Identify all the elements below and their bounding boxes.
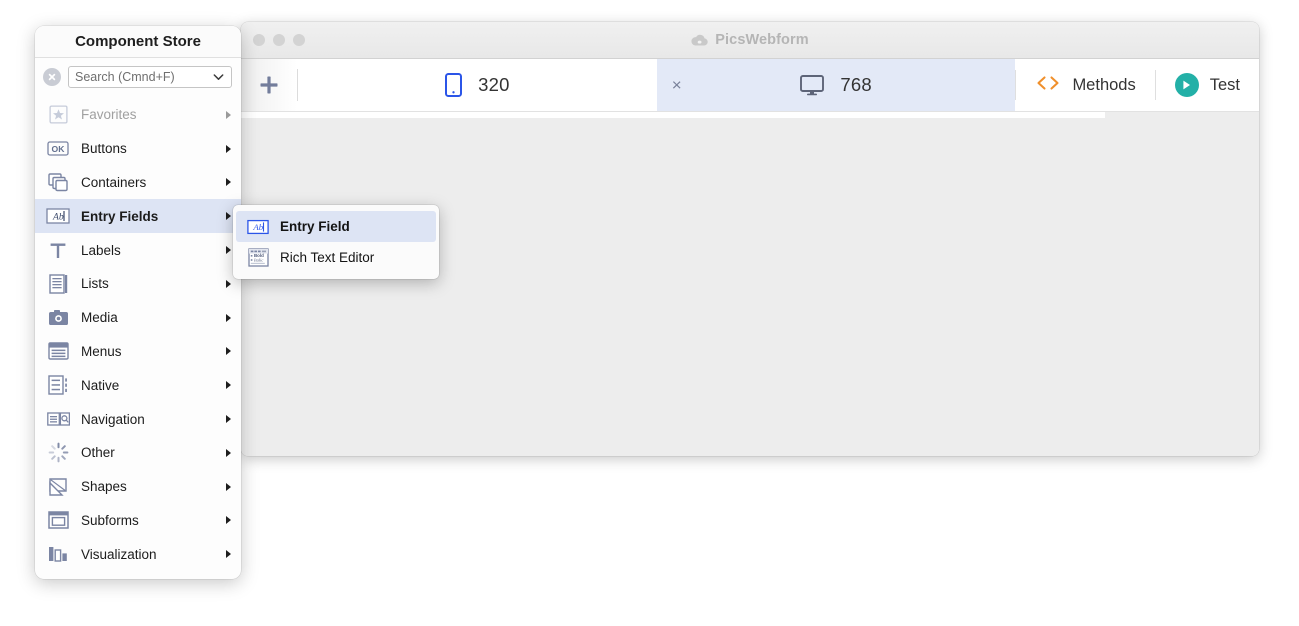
category-navigation[interactable]: Navigation xyxy=(35,402,241,436)
submenu-rich-text-editor-label: Rich Text Editor xyxy=(280,250,375,265)
rich-text-editor-icon: Bold Italic xyxy=(247,248,269,268)
category-subforms[interactable]: Subforms xyxy=(35,504,241,538)
list-icon xyxy=(45,273,71,295)
cloud-icon xyxy=(691,34,708,47)
monitor-icon xyxy=(800,74,825,95)
category-labels-label: Labels xyxy=(81,242,121,258)
subform-icon xyxy=(45,509,71,531)
navigation-icon xyxy=(45,408,71,430)
spinner-icon xyxy=(45,442,71,464)
category-containers[interactable]: Containers xyxy=(35,166,241,200)
category-other[interactable]: Other xyxy=(35,436,241,470)
category-labels[interactable]: Labels xyxy=(35,233,241,267)
chevron-right-icon xyxy=(226,516,231,525)
breakpoint-tab-768[interactable]: × 768 xyxy=(656,59,1016,111)
window-title-text: PicsWebform xyxy=(715,32,809,48)
chevron-right-icon xyxy=(226,110,231,119)
chart-bars-icon xyxy=(45,543,71,565)
category-visualization-label: Visualization xyxy=(81,546,157,562)
category-shapes-label: Shapes xyxy=(81,479,127,495)
search-placeholder: Search (Cmnd+F) xyxy=(75,70,175,84)
window-title: PicsWebform xyxy=(241,32,1259,48)
chevron-right-icon xyxy=(226,246,231,255)
ok-button-icon: OK xyxy=(45,138,71,160)
category-containers-label: Containers xyxy=(81,174,147,190)
component-store-panel: Component Store Search (Cmnd+F) Favorite… xyxy=(35,26,241,579)
category-subforms-label: Subforms xyxy=(81,512,139,528)
chevron-right-icon xyxy=(226,482,231,491)
svg-text:Ab: Ab xyxy=(52,212,64,223)
category-media-label: Media xyxy=(81,310,118,326)
chevron-right-icon xyxy=(226,279,231,288)
category-native[interactable]: Native xyxy=(35,368,241,402)
clear-search-icon[interactable] xyxy=(43,68,61,86)
star-icon xyxy=(45,104,71,126)
chevron-right-icon xyxy=(226,347,231,356)
svg-text:Italic: Italic xyxy=(253,257,263,262)
component-category-list: Favorites OK Buttons Containers Ab Entry… xyxy=(35,96,241,571)
entry-fields-submenu: Ab Entry Field Bold Italic Rich Text Edi… xyxy=(233,205,439,279)
test-button[interactable]: Test xyxy=(1156,59,1259,111)
menu-icon xyxy=(45,340,71,362)
search-input[interactable]: Search (Cmnd+F) xyxy=(68,66,232,88)
form-toolbar: 320 × 768 Methods Test xyxy=(241,59,1259,112)
form-canvas[interactable] xyxy=(241,112,1259,456)
category-favorites[interactable]: Favorites xyxy=(35,98,241,132)
chevron-right-icon xyxy=(226,381,231,390)
entry-field-icon: Ab xyxy=(45,205,71,227)
category-navigation-label: Navigation xyxy=(81,411,145,427)
category-shapes[interactable]: Shapes xyxy=(35,470,241,504)
submenu-item-entry-field[interactable]: Ab Entry Field xyxy=(236,211,436,242)
chevron-right-icon xyxy=(226,212,231,221)
text-t-icon xyxy=(45,239,71,261)
code-brackets-icon xyxy=(1035,75,1061,96)
component-store-title: Component Store xyxy=(35,26,241,58)
add-breakpoint-button[interactable] xyxy=(241,59,297,111)
entry-field-icon: Ab xyxy=(247,217,269,237)
breakpoint-tab-320[interactable]: 320 xyxy=(298,59,657,111)
chevron-right-icon xyxy=(226,448,231,457)
category-media[interactable]: Media xyxy=(35,301,241,335)
shapes-icon xyxy=(45,476,71,498)
category-native-label: Native xyxy=(81,377,120,393)
submenu-item-rich-text-editor[interactable]: Bold Italic Rich Text Editor xyxy=(236,242,436,273)
category-lists[interactable]: Lists xyxy=(35,267,241,301)
plus-icon xyxy=(260,76,278,94)
chevron-down-icon[interactable] xyxy=(213,68,224,86)
screen-root: PicsWebform 320 × 768 Methods Test Compo… xyxy=(0,0,1299,626)
category-entry-fields[interactable]: Ab Entry Fields xyxy=(35,199,241,234)
phone-icon xyxy=(445,73,463,97)
chevron-right-icon xyxy=(226,313,231,322)
methods-label: Methods xyxy=(1072,75,1136,94)
category-menus-label: Menus xyxy=(81,343,122,359)
close-breakpoint-768-button[interactable]: × xyxy=(672,77,682,94)
submenu-entry-field-label: Entry Field xyxy=(280,219,350,234)
category-lists-label: Lists xyxy=(81,276,109,292)
chevron-right-icon xyxy=(226,415,231,424)
native-icon xyxy=(45,374,71,396)
window-titlebar: PicsWebform xyxy=(241,22,1259,59)
category-visualization[interactable]: Visualization xyxy=(35,537,241,571)
category-entry-fields-label: Entry Fields xyxy=(81,208,159,224)
breakpoint-768-label: 768 xyxy=(840,74,872,95)
chevron-right-icon xyxy=(226,144,231,153)
containers-icon xyxy=(45,171,71,193)
category-buttons-label: Buttons xyxy=(81,141,127,157)
category-favorites-label: Favorites xyxy=(81,107,137,123)
chevron-right-icon xyxy=(226,550,231,559)
category-other-label: Other xyxy=(81,445,115,461)
category-menus[interactable]: Menus xyxy=(35,335,241,369)
svg-text:OK: OK xyxy=(52,144,66,154)
canvas-top-edge xyxy=(241,112,1105,118)
search-row: Search (Cmnd+F) xyxy=(35,58,241,96)
toolbar-actions: Methods Test xyxy=(1015,59,1259,111)
breakpoint-320-label: 320 xyxy=(478,74,510,95)
chevron-right-icon xyxy=(226,178,231,187)
camera-icon xyxy=(45,307,71,329)
test-label: Test xyxy=(1209,75,1240,94)
svg-text:Ab: Ab xyxy=(252,222,263,232)
play-icon xyxy=(1174,73,1199,97)
category-buttons[interactable]: OK Buttons xyxy=(35,132,241,166)
methods-button[interactable]: Methods xyxy=(1016,59,1154,111)
